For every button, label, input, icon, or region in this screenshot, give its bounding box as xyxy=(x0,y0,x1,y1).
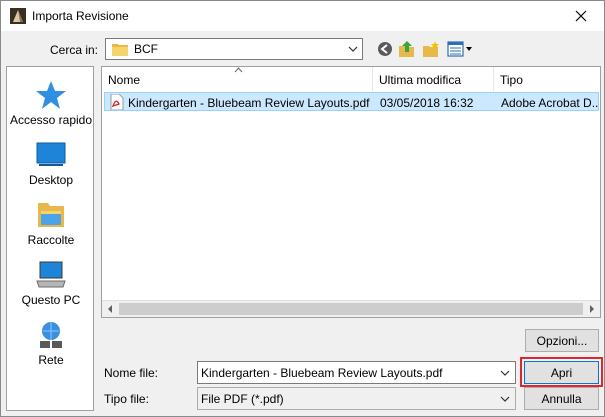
look-in-dropdown[interactable]: BCF xyxy=(105,38,363,60)
place-this-pc[interactable]: Questo PC xyxy=(7,259,95,317)
filename-input[interactable]: Kindergarten - Bluebeam Review Layouts.p… xyxy=(197,361,516,384)
desktop-icon xyxy=(36,142,66,166)
place-label: Questo PC xyxy=(21,293,81,307)
look-in-value: BCF xyxy=(134,42,158,56)
view-menu-icon[interactable] xyxy=(447,40,473,58)
close-button[interactable] xyxy=(558,1,604,31)
place-label: Desktop xyxy=(28,173,74,187)
filename-label: Nome file: xyxy=(104,366,159,380)
scroll-left-icon[interactable] xyxy=(106,305,114,313)
chevron-down-icon xyxy=(500,396,510,402)
horizontal-scrollbar[interactable] xyxy=(102,300,600,317)
folder-icon xyxy=(112,44,128,56)
app-icon xyxy=(10,8,26,24)
file-row[interactable]: Kindergarten - Bluebeam Review Layouts.p… xyxy=(104,92,599,111)
star-icon xyxy=(36,81,66,109)
scroll-right-icon[interactable] xyxy=(588,305,596,313)
file-list[interactable]: Nome Ultima modifica Tipo Kindergarten -… xyxy=(101,66,601,318)
column-header-type[interactable]: Tipo xyxy=(494,67,600,91)
place-label: Accesso rapido xyxy=(9,113,93,127)
place-label: Rete xyxy=(38,353,64,367)
title-bar: Importa Revisione xyxy=(1,1,604,31)
file-name: Kindergarten - Bluebeam Review Layouts.p… xyxy=(128,96,370,110)
place-desktop[interactable]: Desktop xyxy=(7,139,95,197)
file-type: Adobe Acrobat D... xyxy=(501,96,598,110)
place-quick-access[interactable]: Accesso rapido xyxy=(7,79,95,137)
filetype-label: Tipo file: xyxy=(104,392,149,406)
pdf-file-icon xyxy=(110,94,124,110)
chevron-down-icon xyxy=(348,46,358,52)
options-button[interactable]: Opzioni... xyxy=(525,329,599,352)
look-in-label: Cerca in: xyxy=(50,43,99,57)
filename-value: Kindergarten - Bluebeam Review Layouts.p… xyxy=(201,366,443,380)
window-title: Importa Revisione xyxy=(32,9,129,23)
place-libraries[interactable]: Raccolte xyxy=(7,199,95,257)
open-button[interactable]: Apri xyxy=(524,361,599,384)
place-label: Raccolte xyxy=(27,233,75,247)
up-folder-icon[interactable] xyxy=(398,40,416,58)
libraries-icon xyxy=(38,203,64,227)
column-header-modified[interactable]: Ultima modifica xyxy=(373,67,494,91)
place-network[interactable]: Rete xyxy=(7,319,95,377)
network-icon xyxy=(40,322,62,348)
column-header-name[interactable]: Nome xyxy=(102,67,373,91)
cancel-button[interactable]: Annulla xyxy=(524,387,599,410)
computer-icon xyxy=(36,261,66,288)
back-icon[interactable] xyxy=(376,40,394,58)
close-icon xyxy=(575,10,587,22)
file-modified: 03/05/2018 16:32 xyxy=(380,96,474,110)
places-bar: Accesso rapido Desktop Raccolte Questo P… xyxy=(6,66,94,411)
new-folder-icon[interactable] xyxy=(422,40,440,58)
filetype-dropdown[interactable]: File PDF (*.pdf) xyxy=(197,387,516,410)
import-dialog: Importa Revisione Cerca in: BCF Accesso … xyxy=(0,0,605,417)
filetype-value: File PDF (*.pdf) xyxy=(201,392,284,406)
scrollbar-thumb[interactable] xyxy=(119,303,583,315)
chevron-down-icon xyxy=(500,370,510,376)
